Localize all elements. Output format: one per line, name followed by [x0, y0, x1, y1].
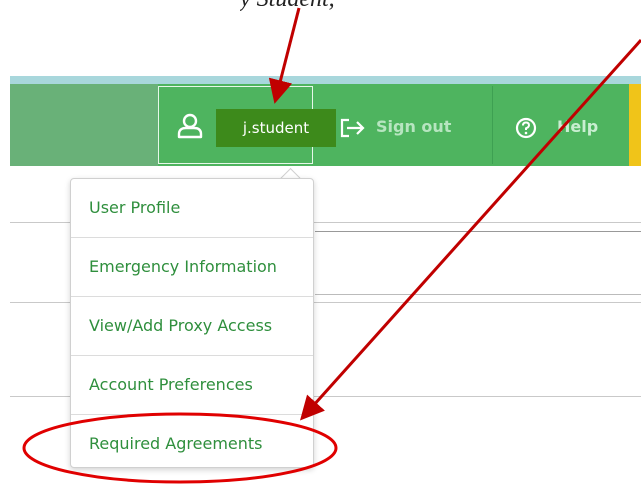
menu-item-required-agreements[interactable]: Required Agreements — [71, 415, 313, 473]
help-label: Help — [557, 117, 599, 136]
sign-out-button[interactable]: Sign out — [340, 108, 451, 146]
caption-text: y Student, — [240, 0, 540, 16]
username-label: j.student — [216, 109, 336, 147]
user-icon — [177, 113, 203, 139]
header-divider — [492, 86, 493, 164]
header-accent-strip — [10, 76, 641, 84]
menu-item-emergency-information[interactable]: Emergency Information — [71, 238, 313, 296]
user-dropdown-menu: User Profile Emergency Information View/… — [70, 178, 314, 468]
sign-out-icon — [340, 118, 365, 137]
menu-item-user-profile[interactable]: User Profile — [71, 179, 313, 237]
sign-out-label: Sign out — [376, 117, 452, 136]
help-circle-icon — [515, 117, 537, 138]
menu-item-proxy-access[interactable]: View/Add Proxy Access — [71, 297, 313, 355]
content-panel — [315, 231, 641, 295]
help-button[interactable]: Help — [515, 108, 598, 146]
menu-item-account-preferences[interactable]: Account Preferences — [71, 356, 313, 414]
header-accent-bar — [629, 84, 641, 166]
